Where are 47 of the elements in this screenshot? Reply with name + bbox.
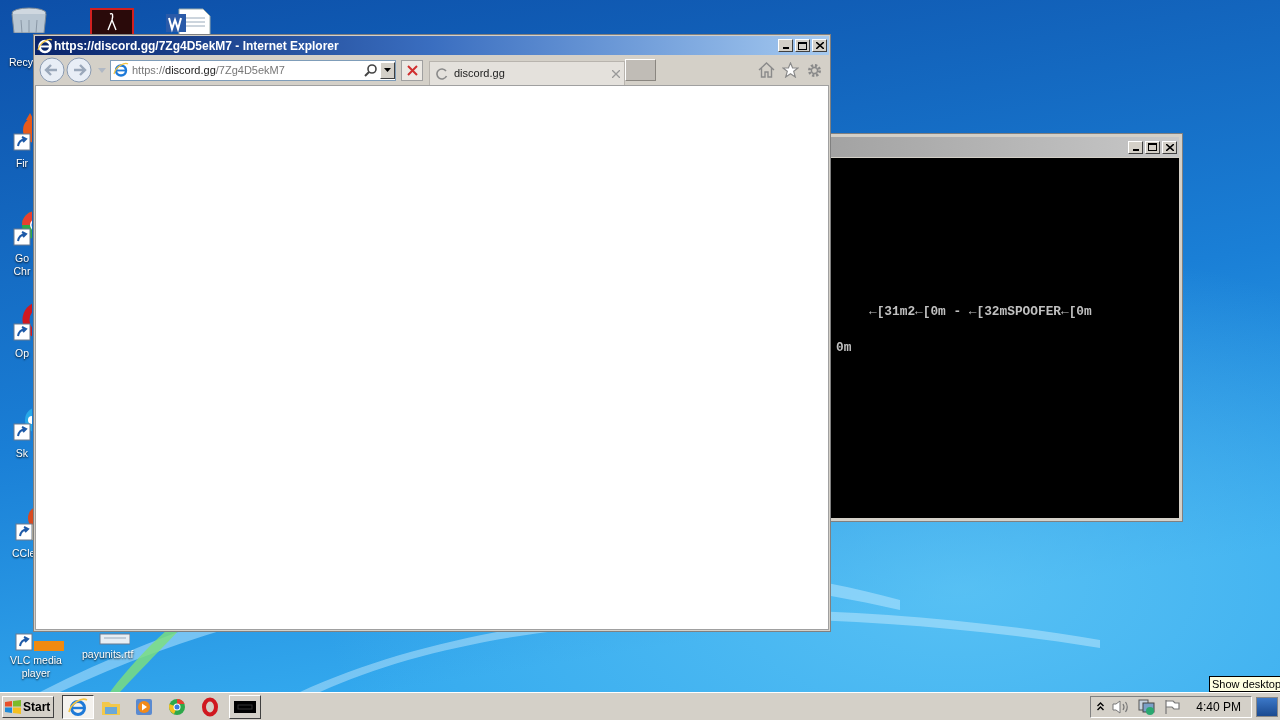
icon-label: Go Chr [13, 252, 31, 278]
close-button[interactable] [1162, 140, 1177, 154]
recycle-bin-icon[interactable] [9, 6, 49, 33]
loading-icon [436, 67, 448, 80]
maximize-button[interactable] [1145, 140, 1160, 154]
icon-label: payunits.rtf [82, 648, 134, 661]
close-icon [815, 42, 824, 49]
console-icon [234, 700, 256, 713]
chevron-up-icon[interactable] [1097, 702, 1105, 711]
minimize-button[interactable] [778, 39, 793, 52]
address-dropdown-button[interactable] [380, 61, 395, 79]
speaker-icon[interactable] [1112, 698, 1131, 715]
flag-icon[interactable] [1164, 698, 1181, 715]
play-icon [135, 697, 153, 716]
tooltip: Show desktop [1209, 676, 1280, 692]
show-desktop-button[interactable] [1256, 696, 1278, 717]
caret-icon [384, 68, 391, 72]
window-title: https://discord.gg/7Zg4D5ekM7 - Internet Explorer [54, 37, 339, 55]
ie-icon [37, 37, 53, 54]
address-field[interactable]: https://discord.gg/7Zg4D5ekM7 [110, 59, 396, 81]
new-tab-button[interactable] [625, 59, 656, 81]
console-line: ←[31m2←[0m - ←[32mSPOOFER←[0m [869, 303, 1092, 321]
close-button[interactable] [812, 39, 827, 52]
console-line: 0m [836, 339, 852, 357]
maximize-button[interactable] [795, 39, 810, 52]
ie-icon [68, 696, 88, 717]
network-icon[interactable] [1138, 698, 1157, 715]
start-button[interactable]: Start [2, 695, 54, 718]
icon-label: Recy [9, 56, 33, 69]
windows-logo-icon [4, 698, 22, 715]
icon-label: VLC media player [10, 654, 62, 680]
pdf-file-icon[interactable] [90, 8, 134, 36]
star-icon[interactable] [782, 62, 799, 78]
icon-label: Sk [15, 447, 29, 460]
search-icon[interactable] [364, 63, 378, 77]
chrome-icon [168, 697, 186, 716]
minimize-button[interactable] [1128, 140, 1143, 154]
browser-tab[interactable]: discord.gg [429, 61, 625, 85]
close-icon [1165, 143, 1174, 151]
icon-label: Op [15, 347, 29, 360]
taskbar-button[interactable] [62, 694, 94, 719]
stop-button[interactable] [401, 59, 423, 81]
ie-icon [113, 62, 129, 78]
opera-icon [201, 696, 219, 717]
stop-icon [406, 64, 418, 76]
icon-label: Fir [15, 157, 29, 170]
clock[interactable]: 4:40 PM [1196, 697, 1241, 716]
